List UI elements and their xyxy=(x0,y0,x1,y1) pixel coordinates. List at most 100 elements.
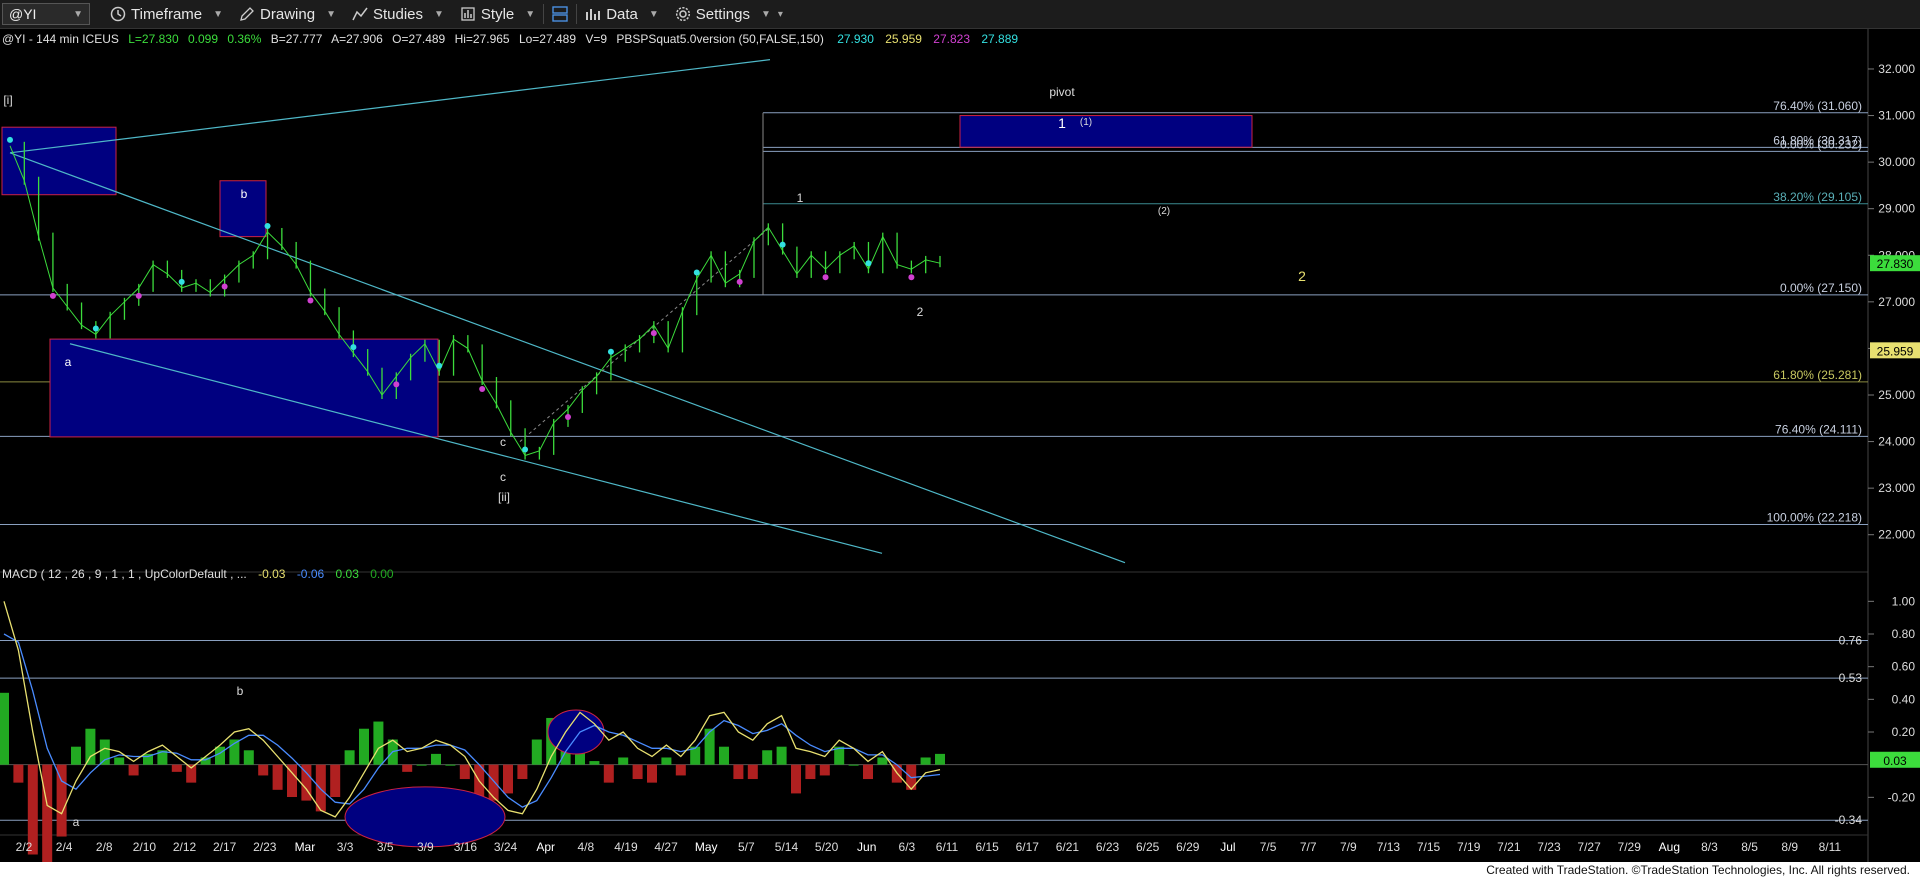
copyright-footer: Created with TradeStation. ©TradeStation… xyxy=(1482,863,1914,877)
settings-label: Settings xyxy=(695,5,750,23)
wave-label: (1) xyxy=(1080,117,1092,128)
time-tick-label: Jul xyxy=(1220,840,1235,854)
macd-tick-label: 0.20 xyxy=(1892,725,1916,739)
signal-marker xyxy=(221,283,228,290)
macd-histogram-bar xyxy=(488,764,499,801)
macd-histogram-bar xyxy=(459,764,470,780)
macd-histogram-bar xyxy=(71,746,81,765)
time-tick-label: 6/3 xyxy=(899,840,916,854)
pencil-icon xyxy=(240,7,254,21)
caret-down-icon: ▼ xyxy=(525,8,536,20)
drawing-menu[interactable]: Drawing ▼ xyxy=(231,0,344,29)
time-tick-label: 2/12 xyxy=(173,840,197,854)
fib-label: 38.20% (29.105) xyxy=(1773,190,1862,204)
macd-histogram-bar xyxy=(776,746,787,765)
signal-marker xyxy=(650,330,657,337)
macd-histogram-bar xyxy=(935,753,945,765)
macd-histogram-bar xyxy=(589,761,600,765)
macd-histogram-bar xyxy=(704,728,715,765)
macd-histogram-bar xyxy=(0,692,9,765)
wave-label: a xyxy=(65,355,72,369)
timeframe-menu[interactable]: Timeframe ▼ xyxy=(102,0,231,29)
studies-menu[interactable]: Studies ▼ xyxy=(344,0,452,29)
macd-histogram-bar xyxy=(373,721,384,765)
macd-histogram-bar xyxy=(42,764,53,862)
caret-down-icon: ▼ xyxy=(434,8,444,20)
macd-histogram-bar xyxy=(848,764,859,766)
signal-marker xyxy=(307,297,314,304)
signal-marker xyxy=(693,269,700,276)
price-tick-label: 24.000 xyxy=(1878,435,1915,449)
wave-label: 1 xyxy=(797,191,804,205)
macd-ellipse-1 xyxy=(344,786,506,848)
symbol-dropdown[interactable]: @YI ▼ xyxy=(2,3,90,25)
macd-histogram-bar xyxy=(920,757,931,765)
macd-histogram-bar xyxy=(503,764,513,794)
fib-label: 0.00% (30.232) xyxy=(1780,137,1862,151)
macd-header: MACD ( 12 , 26 , 9 , 1 , 1 , UpColorDefa… xyxy=(2,567,394,581)
macd-histogram-bar xyxy=(675,764,686,776)
fib-label: 76.40% (24.111) xyxy=(1775,422,1862,436)
chevron-down-icon: ▼ xyxy=(73,8,83,20)
price-chart[interactable]: 76.40% (31.060)61.80% (30.317)0.00% (30.… xyxy=(0,29,1920,862)
time-tick-label: 3/16 xyxy=(454,840,478,854)
time-tick-label: 8/9 xyxy=(1781,840,1798,854)
gear-icon xyxy=(675,6,690,22)
macd-histogram-bar xyxy=(733,764,744,780)
signal-marker xyxy=(479,386,486,393)
time-tick-label: 3/5 xyxy=(377,840,394,854)
macd-tick-label: 0.40 xyxy=(1892,692,1916,706)
last-price-value: 27.830 xyxy=(1877,257,1914,271)
time-tick-label: 7/9 xyxy=(1340,840,1357,854)
signal-marker xyxy=(779,241,786,248)
wave-label: c xyxy=(500,435,506,449)
target-box xyxy=(959,115,1253,148)
data-label: Data xyxy=(606,5,638,23)
caret-down-icon: ▾ xyxy=(777,8,783,20)
layout-button[interactable] xyxy=(544,0,576,29)
macd-tick-label: 0.60 xyxy=(1892,660,1916,674)
wave-label: [ii] xyxy=(498,490,510,504)
style-menu[interactable]: Style ▼ xyxy=(452,0,543,29)
caret-down-icon: ▼ xyxy=(760,8,771,20)
price-tick-label: 30.000 xyxy=(1878,155,1915,169)
macd-histogram-bar xyxy=(647,764,657,783)
wave-label: pivot xyxy=(1049,85,1075,99)
fib-label: 0.00% (27.150) xyxy=(1780,281,1862,295)
macd-histogram-bar xyxy=(344,750,355,765)
settings-menu[interactable]: Settings ▼ ▾ xyxy=(667,0,791,29)
macd-tick-label: 1.00 xyxy=(1892,594,1916,608)
time-tick-label: Mar xyxy=(295,840,316,854)
style-label: Style xyxy=(480,5,515,23)
macd-histogram-bar xyxy=(618,757,629,765)
studies-icon xyxy=(352,7,368,21)
time-tick-label: 7/15 xyxy=(1417,840,1441,854)
signal-marker xyxy=(178,278,185,285)
time-tick-label: 6/29 xyxy=(1176,840,1200,854)
time-tick-label: 2/17 xyxy=(213,840,237,854)
time-tick-label: 6/25 xyxy=(1136,840,1160,854)
macd-histogram-bar xyxy=(603,764,614,783)
time-tick-label: 7/27 xyxy=(1577,840,1601,854)
signal-marker xyxy=(7,136,13,143)
macd-histogram-bar xyxy=(445,764,456,766)
signal-marker xyxy=(393,381,400,388)
signal-marker xyxy=(350,344,357,351)
macd-histogram-bar xyxy=(85,728,96,765)
signal-marker xyxy=(264,222,271,229)
time-tick-label: 8/11 xyxy=(1819,840,1842,854)
study-price-value: 25.959 xyxy=(1877,344,1914,358)
wave-label: 2 xyxy=(917,305,924,319)
macd-histogram-bar xyxy=(359,728,369,765)
data-menu[interactable]: Data ▼ xyxy=(577,0,667,29)
layout-icon xyxy=(552,6,568,22)
fib-label: 76.40% (31.060) xyxy=(1773,99,1862,113)
signal-marker xyxy=(522,446,529,453)
timeframe-label: Timeframe xyxy=(131,5,203,23)
time-tick-label: 8/5 xyxy=(1741,840,1758,854)
macd-histogram-bar xyxy=(243,750,254,765)
price-tick-label: 23.000 xyxy=(1878,481,1915,495)
studies-label: Studies xyxy=(372,5,424,23)
time-tick-label: 2/8 xyxy=(96,840,113,854)
macd-histogram-bar xyxy=(416,764,427,766)
